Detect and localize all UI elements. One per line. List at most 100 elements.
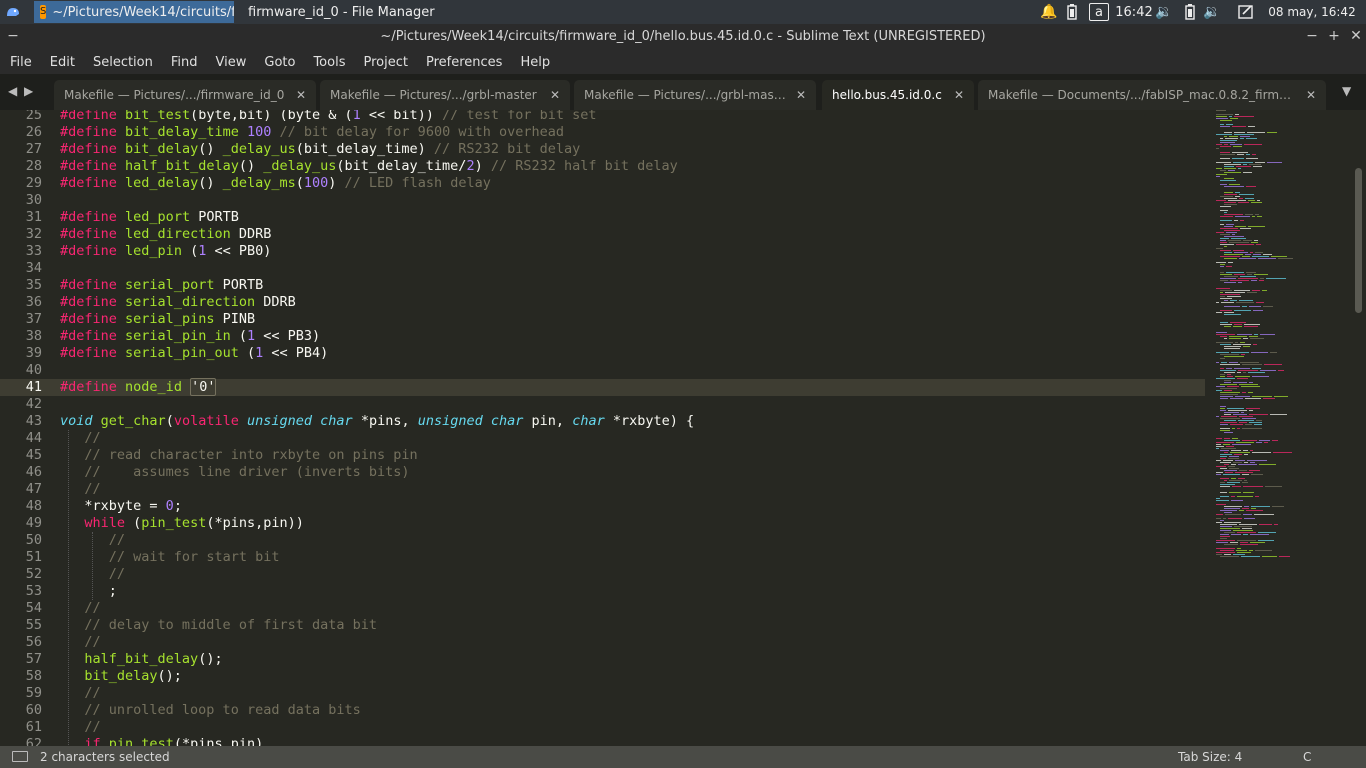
code-line[interactable]: #define serial_pin_in (1 << PB3)	[60, 328, 320, 345]
tab-makefile-grbl-1[interactable]: Makefile — Pictures/.../grbl-master ✕	[320, 80, 570, 110]
code-line[interactable]: #define serial_direction DDRB	[60, 294, 296, 311]
tab-close-icon[interactable]: ✕	[796, 88, 806, 102]
volume-icon[interactable]: 🔉	[1155, 3, 1173, 21]
code-line[interactable]: // read character into rxbyte on pins pi…	[60, 447, 417, 464]
code-line[interactable]: // delay to middle of first data bit	[60, 617, 377, 634]
code-line[interactable]: //	[60, 719, 100, 736]
line-number[interactable]: 56	[0, 634, 42, 651]
line-number[interactable]: 33	[0, 243, 42, 260]
code-line[interactable]: // unrolled loop to read data bits	[60, 702, 360, 719]
menu-file[interactable]: File	[4, 55, 38, 70]
scrollbar-thumb[interactable]	[1355, 168, 1362, 313]
line-number[interactable]: 32	[0, 226, 42, 243]
tab-hello-bus[interactable]: hello.bus.45.id.0.c ✕	[822, 80, 974, 110]
line-number[interactable]: 60	[0, 702, 42, 719]
panel-toggle-icon[interactable]	[12, 751, 28, 762]
code-line[interactable]: // assumes line driver (inverts bits)	[60, 464, 409, 481]
app-menu-icon[interactable]	[4, 3, 22, 21]
code-line[interactable]: #define serial_port PORTB	[60, 277, 263, 294]
minimap[interactable]	[1208, 110, 1348, 746]
vertical-scrollbar[interactable]	[1352, 110, 1366, 746]
line-number[interactable]: 57	[0, 651, 42, 668]
code-editor[interactable]: 25 26 27 28 29 30 31 32 33 34 35 36 37 38 39 40 41 42 43 44…	[0, 110, 1366, 746]
line-number[interactable]: 27	[0, 141, 42, 158]
tab-makefile-fabisp[interactable]: Makefile — Documents/.../fabISP_mac.0.8.…	[978, 80, 1326, 110]
tab-list-dropdown-icon[interactable]: ▼	[1342, 84, 1351, 98]
menu-tools[interactable]: Tools	[307, 55, 351, 70]
line-number[interactable]: 41	[0, 379, 42, 396]
taskbar-item-sublime[interactable]: S ~/Pictures/Week14/circuits/fi...	[34, 1, 234, 23]
line-number[interactable]: 58	[0, 668, 42, 685]
line-number[interactable]: 44	[0, 430, 42, 447]
line-number[interactable]: 31	[0, 209, 42, 226]
line-number[interactable]: 52	[0, 566, 42, 583]
calendar-icon[interactable]	[1237, 3, 1255, 21]
menu-edit[interactable]: Edit	[44, 55, 81, 70]
tab-scroll-right-icon[interactable]: ▶	[24, 84, 33, 98]
line-number[interactable]: 26	[0, 124, 42, 141]
code-line[interactable]: #define bit_test(byte,bit) (byte & (1 <<…	[60, 110, 597, 124]
code-line[interactable]: #define led_delay() _delay_ms(100) // LE…	[60, 175, 491, 192]
code-line[interactable]: #define bit_delay_time 100 // bit delay …	[60, 124, 564, 141]
line-number[interactable]: 55	[0, 617, 42, 634]
line-number[interactable]: 51	[0, 549, 42, 566]
code-line[interactable]: #define bit_delay() _delay_us(bit_delay_…	[60, 141, 580, 158]
menu-view[interactable]: View	[210, 55, 253, 70]
line-number[interactable]: 62	[0, 736, 42, 746]
code-line[interactable]: #define led_pin (1 << PB0)	[60, 243, 271, 260]
keyboard-layout-indicator[interactable]: a	[1089, 3, 1109, 21]
line-number[interactable]: 25	[0, 110, 42, 124]
code-line[interactable]: if pin_test(*pins,pin)	[60, 736, 263, 746]
menu-goto[interactable]: Goto	[258, 55, 301, 70]
tab-close-icon[interactable]: ✕	[1306, 88, 1316, 102]
code-line[interactable]: #define half_bit_delay() _delay_us(bit_d…	[60, 158, 678, 175]
tab-close-icon[interactable]: ✕	[296, 88, 306, 102]
line-number[interactable]: 48	[0, 498, 42, 515]
code-line[interactable]: #define serial_pin_out (1 << PB4)	[60, 345, 328, 362]
code-line[interactable]: #define led_port PORTB	[60, 209, 239, 226]
battery-icon-2[interactable]	[1182, 3, 1198, 21]
menu-find[interactable]: Find	[165, 55, 204, 70]
menu-preferences[interactable]: Preferences	[420, 55, 508, 70]
window-titlebar[interactable]: − ~/Pictures/Week14/circuits/firmware_id…	[0, 24, 1366, 50]
volume-icon-2[interactable]: 🔉	[1203, 3, 1221, 21]
code-line[interactable]: //	[60, 634, 100, 651]
menu-help[interactable]: Help	[514, 55, 556, 70]
code-line[interactable]: #define node_id '0'	[60, 378, 217, 396]
line-number[interactable]: 39	[0, 345, 42, 362]
date-time[interactable]: 08 may, 16:42	[1260, 3, 1364, 21]
line-number[interactable]: 29	[0, 175, 42, 192]
tab-makefile-firmware[interactable]: Makefile — Pictures/.../firmware_id_0 ✕	[54, 80, 316, 110]
taskbar-item-file-manager[interactable]: firmware_id_0 - File Manager	[236, 1, 436, 23]
code-line[interactable]: //	[60, 430, 100, 447]
code-line[interactable]: bit_delay();	[60, 668, 182, 685]
line-number[interactable]: 30	[0, 192, 42, 209]
line-number[interactable]: 54	[0, 600, 42, 617]
line-number[interactable]: 61	[0, 719, 42, 736]
clock-short[interactable]: 16:42	[1115, 3, 1152, 21]
code-line[interactable]: *rxbyte = 0;	[60, 498, 182, 515]
code-line[interactable]: #define led_direction DDRB	[60, 226, 271, 243]
line-number[interactable]: 45	[0, 447, 42, 464]
notification-bell-icon[interactable]: 🔔	[1040, 3, 1057, 21]
line-number[interactable]: 28	[0, 158, 42, 175]
menu-project[interactable]: Project	[357, 55, 413, 70]
line-number[interactable]: 53	[0, 583, 42, 600]
line-number[interactable]: 35	[0, 277, 42, 294]
code-line[interactable]: half_bit_delay();	[60, 651, 222, 668]
code-line[interactable]: while (pin_test(*pins,pin))	[60, 515, 303, 532]
tab-makefile-grbl-2[interactable]: Makefile — Pictures/.../grbl-master ✕	[574, 80, 816, 110]
line-number[interactable]: 42	[0, 396, 42, 413]
line-number[interactable]: 38	[0, 328, 42, 345]
tab-size-indicator[interactable]: Tab Size: 4	[1178, 750, 1242, 764]
code-line[interactable]: //	[60, 685, 100, 702]
line-number[interactable]: 59	[0, 685, 42, 702]
tab-scroll-left-icon[interactable]: ◀	[8, 84, 17, 98]
line-number[interactable]: 50	[0, 532, 42, 549]
line-number[interactable]: 36	[0, 294, 42, 311]
minimize-icon[interactable]: −	[1303, 28, 1321, 46]
line-number[interactable]: 46	[0, 464, 42, 481]
line-number[interactable]: 47	[0, 481, 42, 498]
code-area[interactable]: #define bit_test(byte,bit) (byte & (1 <<…	[60, 110, 1200, 746]
menu-selection[interactable]: Selection	[87, 55, 159, 70]
